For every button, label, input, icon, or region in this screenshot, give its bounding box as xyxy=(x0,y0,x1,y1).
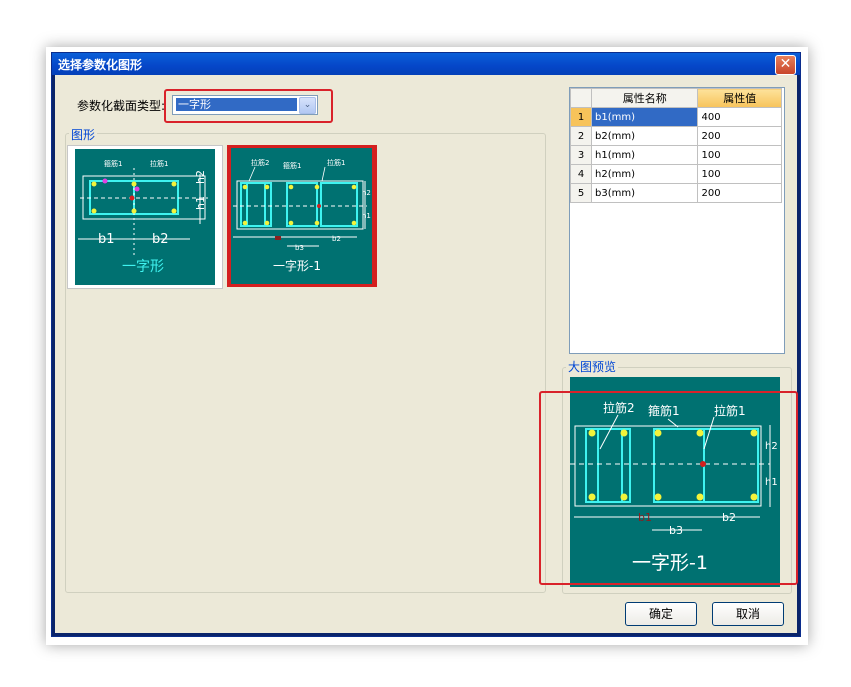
property-value-cell[interactable]: 400 xyxy=(697,107,782,127)
property-name-cell[interactable]: h2(mm) xyxy=(590,164,699,184)
close-button[interactable]: ✕ xyxy=(775,55,796,75)
property-value-cell[interactable]: 100 xyxy=(697,145,782,165)
label-b1: b1 xyxy=(98,232,115,247)
row-index: 4 xyxy=(570,164,592,184)
property-table: 属性名称 属性值 1 b1(mm) 400 2 b2(mm) 200 3 h1(… xyxy=(570,88,782,203)
label-lajin1: 拉筋1 xyxy=(327,158,345,167)
property-name-cell[interactable]: b1(mm) xyxy=(590,107,699,127)
property-name-cell[interactable]: b2(mm) xyxy=(590,126,699,146)
property-row[interactable]: 3 h1(mm) 100 xyxy=(570,145,782,165)
row-number-header xyxy=(570,88,592,108)
property-value-cell[interactable]: 200 xyxy=(697,126,782,146)
row-index: 5 xyxy=(570,183,592,203)
label-h1: h1 xyxy=(194,196,207,210)
highlight-box-section-type xyxy=(164,89,333,123)
property-row[interactable]: 2 b2(mm) 200 xyxy=(570,126,782,146)
row-index: 1 xyxy=(570,107,592,127)
property-value-cell[interactable]: 100 xyxy=(697,164,782,184)
thumbnail-caption: 一字形-1 xyxy=(273,258,321,273)
title-bar[interactable]: 选择参数化图形 ✕ xyxy=(52,53,800,75)
label-h2: h2 xyxy=(362,189,371,197)
cancel-button[interactable]: 取消 xyxy=(712,602,784,626)
thumbnail-caption: 一字形 xyxy=(122,259,164,275)
shape-thumbnail-yizixing-1[interactable]: 拉筋2 箍筋1 拉筋1 b3 b2 h2 h1 一字形-1 xyxy=(227,145,377,287)
dialog-client: 参数化截面类型: 一字形 ⌄ 图形 箍筋1 拉筋1 b1 b2 h1 h2 一字… xyxy=(55,75,798,633)
label-h1: h1 xyxy=(362,212,371,220)
property-row[interactable]: 4 h2(mm) 100 xyxy=(570,164,782,184)
preview-group-label: 大图预览 xyxy=(566,358,619,375)
label-gujin: 箍筋1 xyxy=(283,161,301,170)
row-index: 3 xyxy=(570,145,592,165)
dialog-title: 选择参数化图形 xyxy=(58,58,143,72)
property-row[interactable]: 1 b1(mm) 400 xyxy=(570,107,782,127)
property-grid[interactable]: 属性名称 属性值 1 b1(mm) 400 2 b2(mm) 200 3 h1(… xyxy=(569,87,785,354)
property-header-row: 属性名称 属性值 xyxy=(570,88,782,108)
property-name-cell[interactable]: h1(mm) xyxy=(590,145,699,165)
label-b2: b2 xyxy=(332,235,341,243)
section-type-label: 参数化截面类型: xyxy=(77,99,166,113)
label-b2: b2 xyxy=(152,232,169,247)
label-gujin: 箍筋1 xyxy=(104,159,122,168)
label-lajin2: 拉筋2 xyxy=(251,158,269,167)
highlight-box-preview xyxy=(539,391,798,585)
shape-thumbnail-yizixing[interactable]: 箍筋1 拉筋1 b1 b2 h1 h2 一字形 xyxy=(67,145,223,289)
label-lajin: 拉筋1 xyxy=(150,159,168,168)
row-index: 2 xyxy=(570,126,592,146)
shapes-group-label: 图形 xyxy=(69,126,98,143)
column-header-value[interactable]: 属性值 xyxy=(697,88,782,108)
column-header-name[interactable]: 属性名称 xyxy=(590,88,699,108)
shape-thumbnail-yizixing-image: 箍筋1 拉筋1 b1 b2 h1 h2 一字形 xyxy=(75,149,215,285)
property-row[interactable]: 5 b3(mm) 200 xyxy=(570,183,782,203)
ok-button[interactable]: 确定 xyxy=(625,602,697,626)
property-name-cell[interactable]: b3(mm) xyxy=(590,183,699,203)
label-h2: h2 xyxy=(194,170,207,184)
dialog-window: 选择参数化图形 ✕ 参数化截面类型: 一字形 ⌄ 图形 箍筋1 拉筋1 b1 b… xyxy=(51,52,801,637)
shape-thumbnail-yizixing-1-image: 拉筋2 箍筋1 拉筋1 b3 b2 h2 h1 一字形-1 xyxy=(231,148,372,284)
label-b3: b3 xyxy=(295,244,304,252)
property-value-cell[interactable]: 200 xyxy=(697,183,782,203)
